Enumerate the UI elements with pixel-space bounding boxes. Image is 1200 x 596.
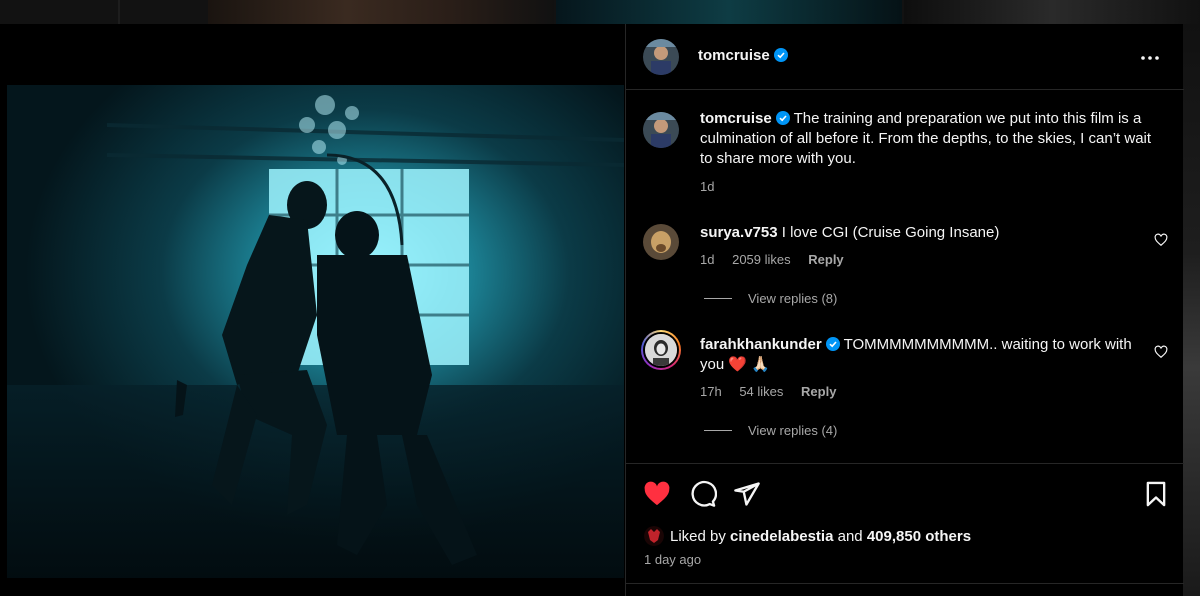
post-media [0,24,625,596]
post-actions: Liked by cinedelabestia and 409,850 othe… [626,463,1184,596]
replies-divider-line [704,298,732,299]
verified-badge-icon [773,48,788,62]
background-feed-strip [0,0,1200,24]
liked-by-and: and [837,527,863,545]
caption-avatar[interactable] [643,112,679,148]
replies-divider-line [704,430,732,431]
comment-time[interactable]: 17h [700,384,722,399]
comments-list[interactable]: tomcruise The training and preparation w… [626,91,1184,463]
verified-badge-icon [825,337,840,351]
paper-plane-icon[interactable] [733,480,761,508]
author-username[interactable]: tomcruise [698,47,770,64]
verified-badge-icon [775,111,790,125]
view-replies-toggle[interactable]: View replies (8) [704,291,837,306]
view-replies-toggle[interactable]: View replies (4) [704,423,837,438]
reply-button[interactable]: Reply [808,252,843,267]
comment-username[interactable]: surya.v753 [700,224,778,241]
comment-avatar-image [643,224,679,260]
comment-avatar-story-ring[interactable] [641,330,681,370]
author-username-row: tomcruise [698,47,788,65]
comment-username[interactable]: farahkhankunder [700,336,822,353]
liked-by-username[interactable]: cinedelabestia [730,528,833,545]
comment-likes[interactable]: 54 likes [739,384,783,399]
liked-by-count[interactable]: 409,850 others [867,528,971,545]
comment-body: surya.v753 I love CGI (Cruise Going Insa… [700,223,1140,243]
post-timestamp[interactable]: 1 day ago [644,552,701,567]
post-photo [7,85,624,578]
divider [626,583,1184,584]
liked-by-summary[interactable]: Liked by cinedelabestia and 409,850 othe… [644,526,971,546]
liked-by-prefix: Liked by [670,527,726,545]
caption-avatar-image [643,112,679,148]
comment-like-heart-icon[interactable] [1154,233,1168,247]
comment-avatar[interactable] [643,224,679,260]
comment-text: I love CGI (Cruise Going Insane) [781,224,1000,241]
author-avatar-image [643,39,679,75]
view-replies-label: View replies (4) [748,423,838,438]
heart-filled-icon[interactable] [643,480,671,508]
reply-button[interactable]: Reply [801,384,836,399]
post-header: tomcruise [626,24,1184,90]
caption-time[interactable]: 1d [700,179,714,194]
comment-bubble-icon[interactable] [689,480,717,508]
post-detail-panel: tomcruise tomcruise The training and pre… [625,24,1184,596]
comment-meta: 1d 2059 likes Reply [700,252,858,267]
background-feed-edge [1183,24,1200,596]
comment-like-heart-icon[interactable] [1154,345,1168,359]
more-options-icon[interactable] [1138,46,1162,70]
comment-body: farahkhankunder TOMMMMMMMMMM.. waiting t… [700,335,1140,375]
comment-avatar-image [645,334,677,366]
liker-avatar[interactable] [644,526,664,546]
view-replies-label: View replies (8) [748,291,838,306]
comment-time[interactable]: 1d [700,252,714,267]
caption: tomcruise The training and preparation w… [700,109,1160,169]
author-avatar[interactable] [643,39,679,75]
bookmark-icon[interactable] [1142,480,1170,508]
comment-meta: 17h 54 likes Reply [700,384,850,399]
caption-username[interactable]: tomcruise [700,110,772,127]
comment-likes[interactable]: 2059 likes [732,252,791,267]
comment-avatar-inner [643,332,679,368]
